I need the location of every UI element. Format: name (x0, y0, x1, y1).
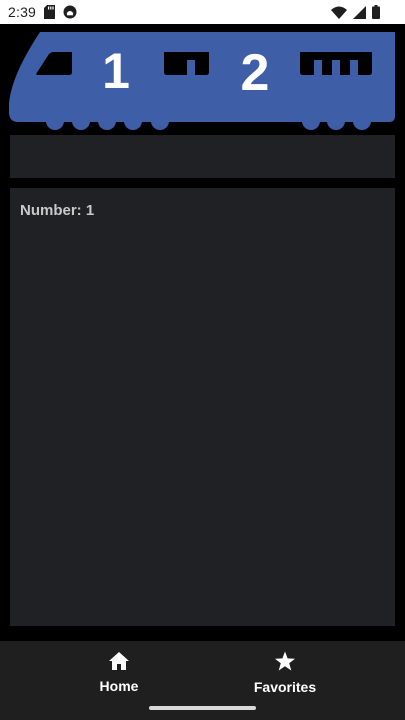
train-number-2: 2 (241, 44, 270, 102)
train-body (9, 32, 395, 122)
status-right-icons (331, 5, 380, 24)
sd-card-icon (44, 5, 55, 24)
train-banner: 1 2 (0, 24, 405, 132)
status-left-icons (44, 5, 77, 24)
wifi-icon (331, 6, 347, 24)
content-panel: Number: 1 (10, 188, 395, 626)
nav-home-label: Home (99, 678, 139, 694)
train-number-1: 1 (102, 43, 130, 99)
train-window (164, 52, 209, 75)
star-icon (274, 651, 296, 677)
nav-home-button[interactable]: Home (59, 651, 179, 694)
bottom-navigation: Home Favorites (0, 641, 405, 720)
status-time: 2:39 (8, 4, 37, 20)
status-bar: 2:39 (0, 0, 405, 24)
app-notification-icon (63, 5, 77, 24)
gesture-handle[interactable] (149, 706, 256, 710)
train-illustration: 1 2 (9, 32, 395, 130)
header-strip (10, 135, 395, 178)
number-label: Number: 1 (20, 202, 95, 219)
battery-icon (372, 5, 380, 24)
cell-signal-icon (353, 5, 366, 24)
nav-favorites-button[interactable]: Favorites (225, 651, 345, 695)
nav-favorites-label: Favorites (253, 679, 317, 695)
home-icon (108, 651, 130, 676)
